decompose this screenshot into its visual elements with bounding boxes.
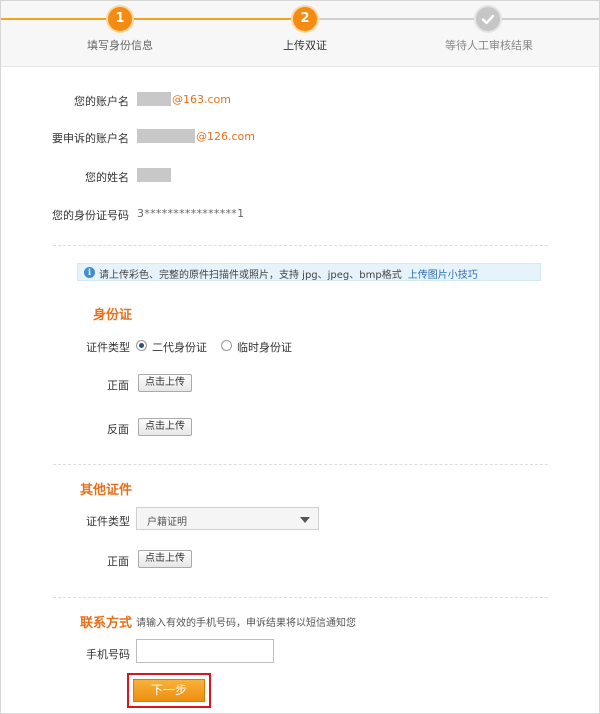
masked-username bbox=[137, 92, 171, 106]
other-doc-type-value: 户籍证明 bbox=[147, 517, 187, 528]
radio-second-gen-id[interactable] bbox=[136, 340, 147, 351]
name-row: 您的姓名 bbox=[1, 167, 599, 185]
upload-tips-link[interactable]: 上传图片小技巧 bbox=[408, 270, 478, 281]
divider bbox=[53, 597, 548, 598]
step-connector bbox=[318, 18, 476, 20]
appeal-account-row: 要申诉的账户名 @126.com bbox=[1, 128, 599, 146]
upload-tip-text: 请上传彩色、完整的原件扫描件或照片，支持 jpg、jpeg、bmp格式 上传图片小… bbox=[99, 266, 478, 281]
next-step-button[interactable]: 下一步 bbox=[133, 679, 205, 702]
radio-second-gen-id-label[interactable]: 二代身份证 bbox=[152, 339, 207, 355]
your-account-row: 您的账户名 @163.com bbox=[1, 91, 599, 109]
other-doc-section-title: 其他证件 bbox=[80, 483, 133, 498]
other-doc-type-label: 证件类型 bbox=[86, 515, 130, 528]
progress-stepper: 1 2 填写身份信息 上传双证 等待人工审核结果 bbox=[1, 1, 599, 67]
phone-input[interactable] bbox=[136, 639, 274, 663]
divider bbox=[53, 464, 548, 465]
step-1-badge: 1 bbox=[108, 7, 132, 31]
your-account-domain: @163.com bbox=[172, 93, 231, 106]
upload-id-back-button[interactable]: 点击上传 bbox=[138, 418, 192, 436]
appeal-form-page: 1 2 填写身份信息 上传双证 等待人工审核结果 您的账户名 @163.com … bbox=[0, 0, 600, 714]
id-type-label: 证件类型 bbox=[86, 341, 130, 354]
step-2-badge: 2 bbox=[293, 7, 317, 31]
other-doc-type-select[interactable]: 户籍证明 bbox=[136, 507, 319, 530]
masked-name bbox=[137, 168, 171, 182]
step-3-label: 等待人工审核结果 bbox=[445, 39, 533, 52]
step-3-badge bbox=[476, 7, 500, 31]
id-number-value: 3****************1 bbox=[137, 207, 245, 220]
phone-label: 手机号码 bbox=[86, 648, 130, 661]
your-account-label: 您的账户名 bbox=[74, 95, 129, 108]
id-card-section-title: 身份证 bbox=[93, 308, 133, 323]
id-back-label: 反面 bbox=[107, 423, 129, 436]
id-number-label: 您的身份证号码 bbox=[52, 209, 129, 222]
step-2-label: 上传双证 bbox=[283, 39, 327, 52]
next-button-highlight: 下一步 bbox=[127, 673, 211, 708]
id-front-label: 正面 bbox=[107, 379, 129, 392]
radio-temporary-id-label[interactable]: 临时身份证 bbox=[237, 339, 292, 355]
step-connector bbox=[499, 18, 599, 20]
chevron-down-icon bbox=[300, 517, 310, 523]
step-1-label: 填写身份信息 bbox=[87, 39, 153, 52]
appeal-account-domain: @126.com bbox=[196, 130, 255, 143]
masked-username bbox=[137, 129, 195, 143]
divider bbox=[53, 245, 548, 246]
id-number-row: 您的身份证号码 3****************1 bbox=[1, 205, 599, 223]
other-doc-front-label: 正面 bbox=[107, 555, 129, 568]
upload-other-doc-front-button[interactable]: 点击上传 bbox=[138, 550, 192, 568]
upload-tip-message: 请上传彩色、完整的原件扫描件或照片，支持 jpg、jpeg、bmp格式 bbox=[99, 270, 402, 281]
name-label: 您的姓名 bbox=[85, 171, 129, 184]
upload-id-front-button[interactable]: 点击上传 bbox=[138, 374, 192, 392]
contact-section-title: 联系方式 bbox=[80, 616, 133, 631]
contact-hint: 请输入有效的手机号码，申诉结果将以短信通知您 bbox=[136, 618, 356, 629]
radio-temporary-id[interactable] bbox=[221, 340, 232, 351]
upload-tip-bar: i 请上传彩色、完整的原件扫描件或照片，支持 jpg、jpeg、bmp格式 上传图… bbox=[77, 263, 541, 281]
info-icon: i bbox=[84, 267, 95, 278]
appeal-account-label: 要申诉的账户名 bbox=[52, 132, 129, 145]
step-connector bbox=[131, 18, 292, 20]
step-connector bbox=[1, 18, 109, 20]
check-icon bbox=[481, 14, 495, 25]
